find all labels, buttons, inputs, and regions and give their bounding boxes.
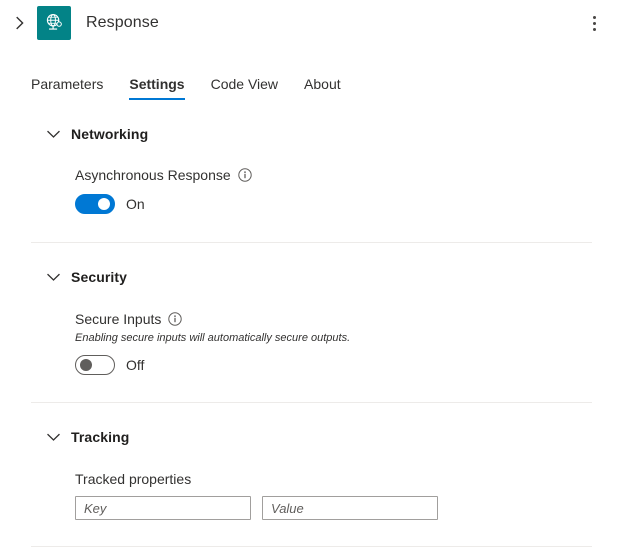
expand-chevron-button[interactable] bbox=[9, 12, 31, 34]
node-type-icon-tile bbox=[37, 6, 71, 40]
tab-label: Settings bbox=[129, 76, 185, 92]
more-vertical-icon[interactable] bbox=[582, 9, 606, 37]
secure-inputs-label-row: Secure Inputs bbox=[75, 310, 592, 328]
dot bbox=[592, 27, 596, 31]
section-tracking-header[interactable]: Tracking bbox=[31, 425, 592, 449]
tab-label: About bbox=[304, 76, 341, 92]
tab-label: Parameters bbox=[31, 76, 104, 92]
section-security: Security Secure Inputs Enabling secure i… bbox=[0, 243, 620, 375]
section-title: Security bbox=[71, 269, 128, 285]
settings-panel: Networking Asynchronous Response On Secu… bbox=[0, 102, 620, 547]
response-globe-icon bbox=[43, 12, 65, 34]
chevron-down-icon bbox=[45, 126, 61, 142]
tab-code-view[interactable]: Code View bbox=[198, 76, 291, 102]
tracked-properties-label: Tracked properties bbox=[75, 471, 192, 487]
section-title: Networking bbox=[71, 126, 149, 142]
tab-parameters[interactable]: Parameters bbox=[31, 76, 116, 102]
info-circle-icon[interactable] bbox=[237, 168, 252, 182]
tracked-property-key-input[interactable] bbox=[75, 496, 251, 520]
section-tracking: Tracking Tracked properties bbox=[0, 403, 620, 520]
secure-inputs-label: Secure Inputs bbox=[75, 311, 162, 327]
page-title: Response bbox=[86, 14, 159, 31]
section-title: Tracking bbox=[71, 429, 130, 445]
card-header: Response bbox=[0, 0, 620, 46]
info-circle-icon[interactable] bbox=[168, 312, 183, 326]
secure-inputs-toggle-row: Off bbox=[75, 355, 592, 375]
section-networking-body: Asynchronous Response On bbox=[31, 166, 592, 214]
section-networking-header[interactable]: Networking bbox=[31, 122, 592, 146]
async-response-toggle[interactable] bbox=[75, 194, 115, 214]
tracked-properties-row bbox=[75, 496, 592, 520]
secure-inputs-description: Enabling secure inputs will automaticall… bbox=[75, 332, 351, 344]
toggle-knob bbox=[80, 359, 92, 371]
tab-label: Code View bbox=[210, 76, 279, 92]
async-response-toggle-row: On bbox=[75, 194, 592, 214]
chevron-down-icon bbox=[45, 429, 61, 445]
tab-about[interactable]: About bbox=[291, 76, 354, 102]
async-response-label-row: Asynchronous Response bbox=[75, 166, 592, 184]
dot bbox=[592, 21, 596, 25]
secure-inputs-toggle-state: Off bbox=[126, 357, 145, 373]
chevron-down-icon bbox=[45, 269, 61, 285]
tab-bar: Parameters Settings Code View About bbox=[0, 64, 620, 102]
tracked-property-value-input[interactable] bbox=[262, 496, 438, 520]
async-response-toggle-state: On bbox=[126, 196, 145, 212]
secure-inputs-toggle[interactable] bbox=[75, 355, 115, 375]
section-tracking-body: Tracked properties bbox=[31, 471, 592, 520]
toggle-knob bbox=[98, 198, 110, 210]
tab-settings[interactable]: Settings bbox=[116, 76, 197, 102]
async-response-label: Asynchronous Response bbox=[75, 167, 231, 183]
section-networking: Networking Asynchronous Response On bbox=[0, 102, 620, 214]
dot bbox=[592, 15, 596, 19]
section-security-body: Secure Inputs Enabling secure inputs wil… bbox=[31, 310, 592, 375]
section-security-header[interactable]: Security bbox=[31, 265, 592, 289]
chevron-right-icon bbox=[14, 16, 26, 30]
